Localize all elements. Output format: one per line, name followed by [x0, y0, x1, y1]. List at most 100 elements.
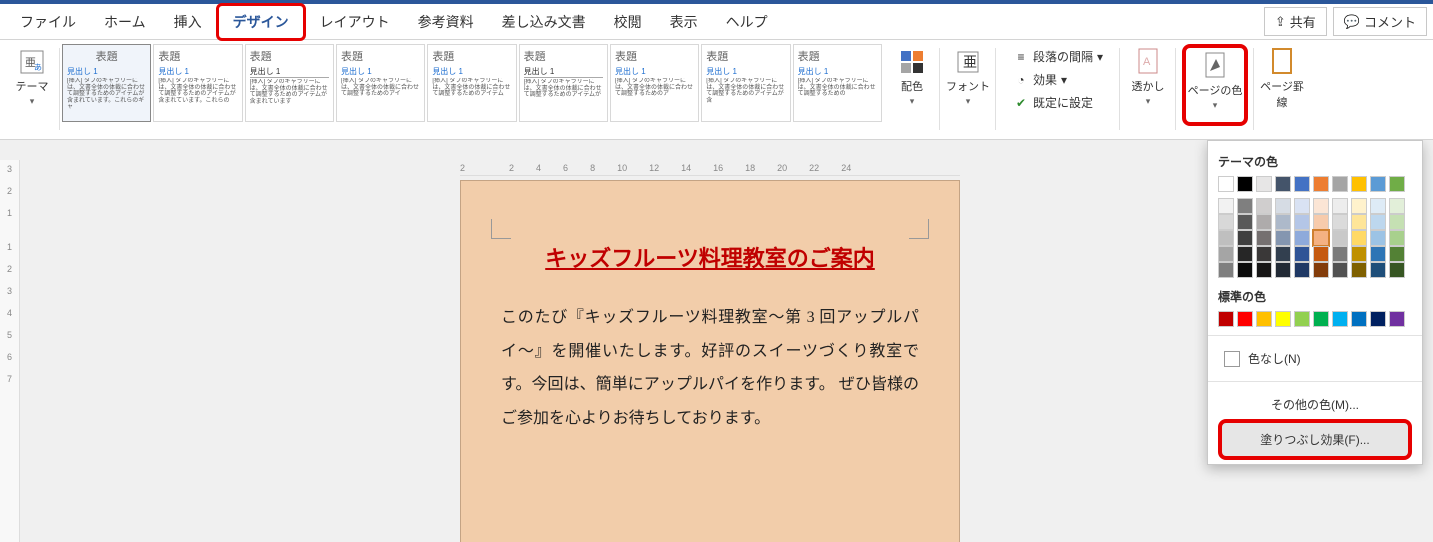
color-swatch[interactable] [1237, 176, 1253, 192]
color-swatch[interactable] [1313, 176, 1329, 192]
color-swatch[interactable] [1218, 246, 1234, 262]
tab-layout[interactable]: レイアウト [306, 6, 404, 38]
color-swatch[interactable] [1389, 262, 1405, 278]
color-swatch[interactable] [1370, 198, 1386, 214]
tab-review[interactable]: 校閲 [600, 6, 656, 38]
color-swatch[interactable] [1370, 311, 1386, 327]
color-swatch[interactable] [1294, 230, 1310, 246]
color-swatch[interactable] [1256, 198, 1272, 214]
tab-references[interactable]: 参考資料 [404, 6, 488, 38]
color-swatch[interactable] [1313, 230, 1329, 246]
page[interactable]: キッズフルーツ料理教室のご案内 このたび『キッズフルーツ料理教室〜第 3 回アッ… [460, 180, 960, 542]
color-swatch[interactable] [1294, 198, 1310, 214]
color-swatch[interactable] [1218, 311, 1234, 327]
color-swatch[interactable] [1313, 311, 1329, 327]
color-swatch[interactable] [1351, 176, 1367, 192]
color-swatch[interactable] [1351, 311, 1367, 327]
tab-home[interactable]: ホーム [90, 6, 160, 38]
color-swatch[interactable] [1294, 246, 1310, 262]
color-swatch[interactable] [1332, 311, 1348, 327]
color-swatch[interactable] [1370, 214, 1386, 230]
more-colors-item[interactable]: その他の色(M)... [1218, 390, 1412, 419]
color-swatch[interactable] [1218, 230, 1234, 246]
gallery-item[interactable]: 表題見出し 1[挿入] タブのギャラリーには、文書全体の体裁に合わせて調整するた… [62, 44, 151, 122]
color-swatch[interactable] [1351, 230, 1367, 246]
color-swatch[interactable] [1332, 262, 1348, 278]
color-swatch[interactable] [1237, 214, 1253, 230]
tab-insert[interactable]: 挿入 [160, 6, 216, 38]
color-swatch[interactable] [1389, 214, 1405, 230]
color-swatch[interactable] [1294, 311, 1310, 327]
color-swatch[interactable] [1370, 230, 1386, 246]
page-borders-button[interactable]: ページ罫線 [1260, 44, 1304, 126]
color-swatch[interactable] [1275, 176, 1291, 192]
themes-button[interactable]: 亜あ テーマ ▾ [10, 44, 54, 126]
color-swatch[interactable] [1332, 246, 1348, 262]
color-swatch[interactable] [1332, 214, 1348, 230]
color-swatch[interactable] [1389, 198, 1405, 214]
color-swatch[interactable] [1237, 311, 1253, 327]
set-default-button[interactable]: ✔既定に設定 [1009, 92, 1107, 113]
gallery-item[interactable]: 表題見出し 1[挿入] タブのギャラリーには、文書全体の体裁に合わせて調整するた… [519, 44, 608, 122]
color-swatch[interactable] [1294, 262, 1310, 278]
color-swatch[interactable] [1256, 311, 1272, 327]
fill-effects-item[interactable]: 塗りつぶし効果(F)... [1218, 419, 1412, 460]
comment-button[interactable]: 💬コメント [1333, 7, 1427, 36]
color-swatch[interactable] [1313, 198, 1329, 214]
color-swatch[interactable] [1275, 230, 1291, 246]
color-swatch[interactable] [1256, 214, 1272, 230]
color-swatch[interactable] [1370, 246, 1386, 262]
gallery-item[interactable]: 表題見出し 1[挿入] タブのギャラリーには、文書全体の体裁に合わせて調整するた… [610, 44, 699, 122]
color-swatch[interactable] [1218, 262, 1234, 278]
color-swatch[interactable] [1313, 214, 1329, 230]
color-swatch[interactable] [1313, 246, 1329, 262]
color-swatch[interactable] [1237, 262, 1253, 278]
color-swatch[interactable] [1351, 198, 1367, 214]
tab-mailings[interactable]: 差し込み文書 [488, 6, 600, 38]
color-swatch[interactable] [1389, 176, 1405, 192]
color-swatch[interactable] [1218, 176, 1234, 192]
color-swatch[interactable] [1351, 246, 1367, 262]
color-swatch[interactable] [1351, 214, 1367, 230]
gallery-item[interactable]: 表題見出し 1[挿入] タブのギャラリーには、文書全体の体裁に合わせて調整するた… [336, 44, 425, 122]
color-swatch[interactable] [1275, 198, 1291, 214]
color-swatch[interactable] [1256, 230, 1272, 246]
color-swatch[interactable] [1389, 311, 1405, 327]
paragraph-spacing-button[interactable]: ≡段落の間隔 ▾ [1009, 46, 1107, 67]
effects-button[interactable]: ◔効果 ▾ [1009, 69, 1107, 90]
color-swatch[interactable] [1332, 230, 1348, 246]
color-swatch[interactable] [1370, 176, 1386, 192]
color-swatch[interactable] [1256, 176, 1272, 192]
doc-format-gallery[interactable]: 表題見出し 1[挿入] タブのギャラリーには、文書全体の体裁に合わせて調整するた… [62, 44, 882, 122]
color-swatch[interactable] [1332, 198, 1348, 214]
tab-view[interactable]: 表示 [656, 6, 712, 38]
no-color-item[interactable]: 色なし(N) [1218, 344, 1412, 373]
color-swatch[interactable] [1256, 246, 1272, 262]
gallery-item[interactable]: 表題見出し 1[挿入] タブのギャラリーには、文書全体の体裁に合わせて調整するた… [701, 44, 790, 122]
page-color-button[interactable]: ページの色 ▾ [1182, 44, 1248, 126]
share-button[interactable]: ⇪共有 [1264, 7, 1327, 36]
fonts-button[interactable]: 亜 フォント ▾ [946, 44, 990, 126]
document-title[interactable]: キッズフルーツ料理教室のご案内 [501, 241, 919, 273]
color-swatch[interactable] [1275, 214, 1291, 230]
tab-help[interactable]: ヘルプ [712, 6, 782, 38]
color-swatch[interactable] [1275, 262, 1291, 278]
color-swatch[interactable] [1237, 246, 1253, 262]
document-body[interactable]: このたび『キッズフルーツ料理教室〜第 3 回アップルパイ〜』を開催いたします。好… [501, 301, 919, 435]
color-swatch[interactable] [1294, 176, 1310, 192]
gallery-item[interactable]: 表題見出し 1[挿入] タブのギャラリーには、文書全体の体裁に合わせて調整するた… [793, 44, 882, 122]
tab-design[interactable]: デザイン [216, 3, 306, 41]
color-swatch[interactable] [1218, 198, 1234, 214]
color-swatch[interactable] [1294, 214, 1310, 230]
color-swatch[interactable] [1313, 262, 1329, 278]
color-swatch[interactable] [1389, 246, 1405, 262]
tab-file[interactable]: ファイル [6, 6, 90, 38]
color-swatch[interactable] [1218, 214, 1234, 230]
color-swatch[interactable] [1256, 262, 1272, 278]
color-swatch[interactable] [1275, 311, 1291, 327]
color-swatch[interactable] [1370, 262, 1386, 278]
gallery-item[interactable]: 表題見出し 1[挿入] タブのギャラリーには、文書全体の体裁に合わせて調整するた… [245, 44, 334, 122]
colors-button[interactable]: 配色 ▾ [890, 44, 934, 126]
gallery-item[interactable]: 表題見出し 1[挿入] タブのギャラリーには、文書全体の体裁に合わせて調整するた… [427, 44, 516, 122]
color-swatch[interactable] [1332, 176, 1348, 192]
